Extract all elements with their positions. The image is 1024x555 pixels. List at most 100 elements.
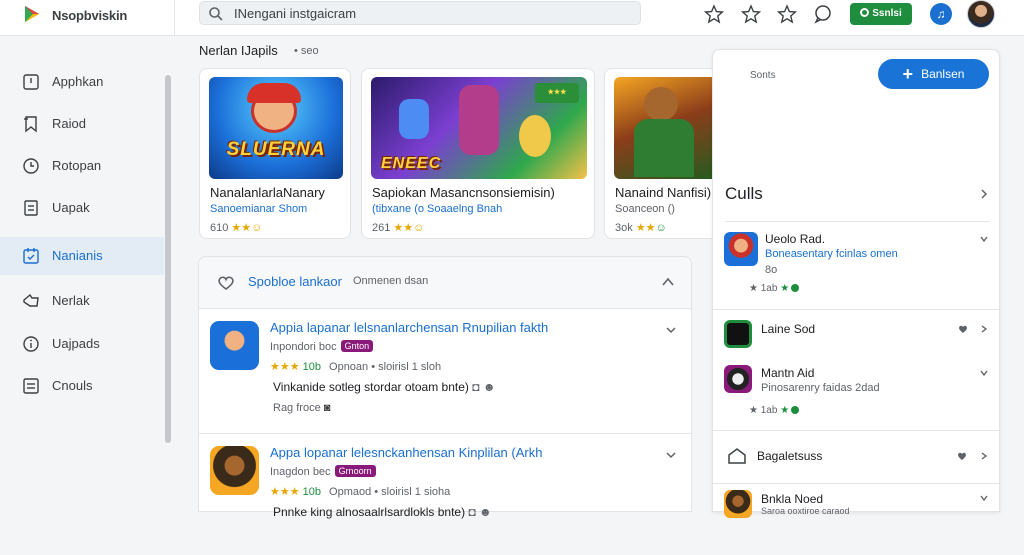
- panel-header[interactable]: Spobloe lankaor Onmenen dsan: [199, 257, 691, 309]
- character-art: [399, 99, 429, 139]
- sidebar-item-rotopan[interactable]: Rotopan: [0, 147, 164, 185]
- add-button[interactable]: + Banlsen: [878, 59, 989, 89]
- app-title: Bnkla Noed: [761, 492, 824, 506]
- info-icon: [23, 336, 39, 352]
- emoji-icon: ☺: [251, 222, 263, 234]
- hat-art: [247, 83, 301, 103]
- app-rating: 3ok ★★☺: [615, 221, 667, 234]
- status-dot: [791, 284, 800, 292]
- suggestion-panel: Spobloe lankaor Onmenen dsan Appia lapan…: [198, 256, 692, 519]
- app-thumbnail: SLUERNA: [209, 77, 343, 179]
- brand-name: Nsopbviskin: [52, 8, 128, 23]
- list-item[interactable]: Bnkla Noed Saroa ooxtiroe caraod: [713, 483, 999, 518]
- star-outline-icon[interactable]: [777, 4, 797, 24]
- app-developer: Pinosarenry faidas 2dad: [761, 382, 880, 394]
- app-title[interactable]: Appa lopanar lelesnckanhensan Kinplilan …: [270, 445, 542, 460]
- app-price: Rag froce ◙: [273, 402, 330, 414]
- chevron-right-icon[interactable]: [979, 324, 989, 334]
- list-item[interactable]: Appia lapanar lelsnanlarchensan Rnupilia…: [199, 310, 691, 430]
- chat-icon[interactable]: [813, 4, 833, 24]
- sidebar: Apphkan Raiod Rotopan Uapak Nanianis Ner…: [0, 37, 174, 512]
- sidebar-item-raiod[interactable]: Raiod: [0, 105, 164, 143]
- chevron-down-icon[interactable]: [665, 449, 677, 461]
- panel-subtitle: Onmenen dsan: [353, 275, 429, 287]
- app-card[interactable]: SLUERNA NanalanlarlaNanary Sanoemianar S…: [199, 68, 351, 239]
- game-logo-text: SLUERNA: [226, 139, 326, 160]
- clock-icon: [23, 158, 39, 174]
- chat-icon: ◙: [323, 402, 331, 414]
- right-panel: Sonts + Banlsen Culls Ueolo Rad. Boneasen…: [712, 49, 1000, 518]
- app-description: Pnnke king alnosaalrlsardlokls bnte) ◘ ☻: [273, 505, 492, 519]
- chevron-down-icon[interactable]: [979, 493, 989, 503]
- developer-name: Inagdon bec: [270, 466, 331, 478]
- emoji-icon: ☻: [482, 380, 496, 394]
- sidebar-item-nerlak[interactable]: Nerlak: [0, 282, 164, 320]
- divider: [174, 0, 175, 36]
- avatar[interactable]: [967, 0, 995, 28]
- app-rating: 610 ★★☺: [210, 221, 262, 234]
- app-title[interactable]: Appia lapanar lelsnanlarchensan Rnupilia…: [270, 320, 548, 335]
- search-box[interactable]: [199, 1, 641, 25]
- sidebar-item-cnouls[interactable]: Cnouls: [0, 367, 164, 405]
- sidebar-item-nanianis[interactable]: Nanianis: [0, 237, 164, 275]
- game-logo-text: ENEEC: [381, 155, 442, 172]
- search-input[interactable]: [234, 4, 624, 22]
- app-description: Vinkanide sotleg stordar otoam bnte) ◘ ☻: [273, 380, 495, 394]
- rating-value: 10b: [302, 361, 322, 373]
- sales-text: Opnoan • sloirisl 1 sloh: [329, 361, 442, 373]
- star-outline-icon[interactable]: [741, 4, 761, 24]
- heart-icon: [958, 452, 966, 460]
- chevron-right-icon[interactable]: [978, 188, 990, 200]
- sidebar-item-label: Nerlak: [52, 293, 90, 308]
- search-icon: [209, 7, 223, 21]
- list-icon: [23, 378, 39, 394]
- sidebar-item-uapak[interactable]: Uapak: [0, 189, 164, 227]
- sidebar-scrollbar[interactable]: [165, 75, 171, 443]
- chevron-up-icon[interactable]: [661, 275, 675, 289]
- app-icon: [724, 490, 752, 518]
- star-outline-icon[interactable]: [704, 4, 724, 24]
- star-icon: ★★★: [270, 361, 300, 373]
- character-art: [459, 85, 499, 155]
- chevron-right-icon[interactable]: [979, 451, 989, 461]
- list-item[interactable]: Ueolo Rad. Boneasentary fcinlas omen 8o …: [713, 228, 999, 308]
- sidebar-item-uajpads[interactable]: Uajpads: [0, 325, 164, 363]
- list-item[interactable]: Laine Sod: [713, 318, 999, 354]
- app-title: Laine Sod: [761, 322, 816, 336]
- app-developer: (tibxane (o Soaaelng Bnah: [372, 203, 503, 215]
- chevron-down-icon[interactable]: [979, 234, 989, 244]
- chevron-down-icon[interactable]: [665, 324, 677, 336]
- app-card[interactable]: ★★★ ENEEC Sapiokan Masancnsonsiemisin) (…: [361, 68, 595, 239]
- bottom-label: Bagaletsuss: [757, 449, 823, 463]
- heart-icon[interactable]: [958, 324, 968, 334]
- sidebar-item-label: Rotopan: [52, 158, 102, 173]
- app-icon: [724, 320, 752, 348]
- sidebar-item-apps[interactable]: Apphkan: [0, 63, 164, 101]
- list-item[interactable]: Mantn Aid Pinosarenry faidas 2dad ★ 1ab …: [713, 362, 999, 428]
- panel-title: Spobloe lankaor: [248, 274, 342, 289]
- app-rating: ★★★ 10b Opnoan • sloirisl 1 sloh: [270, 360, 441, 373]
- bottom-row[interactable]: Bagaletsuss: [713, 430, 999, 482]
- app-developer: Saroa ooxtiroe caraod: [761, 506, 850, 516]
- list-item[interactable]: Appa lopanar lelesnckanhensan Kinplilan …: [199, 435, 691, 555]
- app-icon: [724, 365, 752, 393]
- music-icon[interactable]: ♫: [930, 3, 952, 25]
- star-icon: ★: [780, 283, 790, 294]
- status-dot: [791, 406, 800, 414]
- install-button[interactable]: Ssnlsi: [850, 3, 912, 25]
- star-icon: ★★: [231, 222, 252, 234]
- app-developer: Inagdon bec Grnoorn: [270, 465, 376, 478]
- calendar-icon: [23, 248, 39, 264]
- app-icon: [210, 321, 259, 370]
- app-title: Nanaind Nanfisi): [615, 185, 712, 200]
- app-logo-icon[interactable]: [22, 4, 42, 24]
- star-icon: ★: [749, 283, 758, 294]
- thumb-icon: [23, 293, 39, 307]
- sidebar-item-label: Nanianis: [52, 248, 103, 263]
- app-title: NanalanlarlaNanary: [210, 185, 325, 200]
- chevron-down-icon[interactable]: [979, 368, 989, 378]
- sidebar-item-label: Raiod: [52, 116, 86, 131]
- price-text: Rag froce: [273, 402, 321, 414]
- character-art: [644, 87, 678, 121]
- app-rating: ★★★ 10b Opmaod • sloirisl 1 sioha: [270, 485, 450, 498]
